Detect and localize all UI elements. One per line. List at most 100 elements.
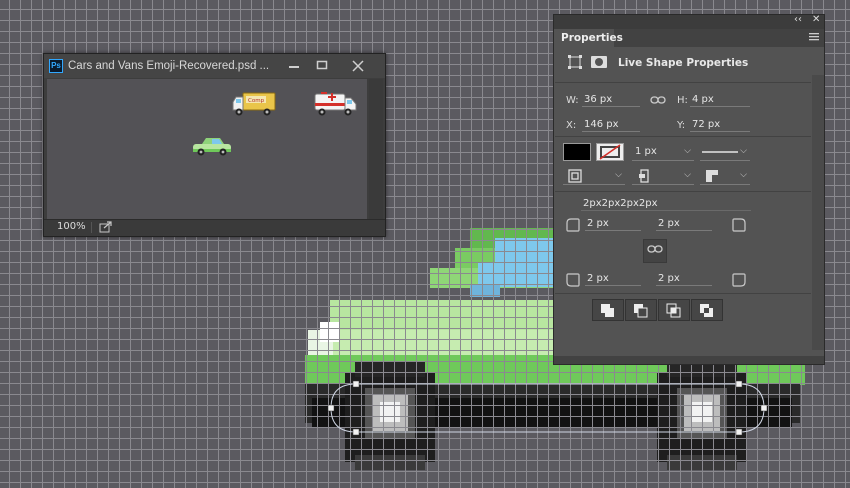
document-window[interactable]: Ps Cars and Vans Emoji-Recovered.psd ...… [43,53,386,237]
grid-line [845,225,846,488]
close-button[interactable] [344,54,372,78]
panel-menu-icon[interactable] [809,32,819,45]
x-position-field[interactable]: 146 px [582,118,640,132]
panel-tab-bar: Properties [554,29,824,47]
stroke-width-value: 1 px [635,146,657,157]
document-canvas[interactable]: Comp [47,79,367,219]
grid-line [350,225,351,488]
path-anchor-handle[interactable] [352,428,360,436]
grid-line [20,225,21,488]
path-anchor-handle[interactable] [327,404,335,412]
grid-line [300,471,810,472]
grid-line [372,225,373,488]
transform-properties-button[interactable] [565,52,585,72]
mask-properties-button[interactable] [589,52,609,72]
stroke-corners-dropdown[interactable]: ⌵ [700,167,750,185]
grid-line [218,225,219,488]
stroke-caps-dropdown[interactable]: ⌵ [632,167,694,185]
grid-line [9,225,10,488]
grid-line [251,225,252,488]
close-panel-icon[interactable]: ✕ [812,14,820,25]
green-car-icon [193,138,231,156]
chevron-down-icon: ⌵ [740,146,747,156]
delivery-truck-icon: Comp [232,92,276,116]
zoom-level[interactable]: 100% [57,221,86,232]
photoshop-app-icon: Ps [49,59,63,73]
grid-line [394,225,395,488]
line-join-icon [706,170,718,182]
width-field[interactable]: 36 px [582,93,640,107]
grid-line [306,225,307,488]
grid-line [130,225,131,488]
car-tire [355,455,425,470]
link-dimensions-icon[interactable] [650,94,666,109]
bottom-right-radius-field[interactable]: 2 px [656,272,712,286]
tab-properties[interactable]: Properties [554,29,623,47]
intersect-shape-areas-button[interactable] [658,299,690,321]
stroke-width-dropdown[interactable]: 1 px ⌵ [632,143,694,161]
grid-line [449,225,450,488]
share-icon[interactable] [99,221,113,233]
minimize-icon [289,66,299,68]
y-label: Y: [677,120,686,131]
live-shape-properties-title: Live Shape Properties [618,57,749,69]
ambulance-icon [314,92,357,116]
grid-line [152,225,153,488]
bottom-right-corner-icon [732,273,746,287]
maximize-button[interactable] [308,54,336,78]
corner-radius-summary-field[interactable]: 2px2px2px2px [581,197,751,211]
grid-line [515,225,516,488]
grid-line [163,225,164,488]
exclude-overlapping-shapes-icon [700,304,713,317]
chevron-down-icon: ⌵ [684,170,691,180]
grid-line [361,225,362,488]
top-right-radius-field[interactable]: 2 px [656,217,712,231]
height-label: H: [677,95,688,106]
top-left-radius-field[interactable]: 2 px [585,217,641,231]
grid-line [119,225,120,488]
stroke-color-swatch[interactable] [596,143,624,161]
layer-mask-icon [591,56,607,68]
subtract-front-shape-button[interactable] [625,299,657,321]
link-icon [647,245,663,253]
grid-line [240,225,241,488]
vertical-scrollbar[interactable] [369,79,383,219]
fill-color-swatch[interactable] [563,143,591,161]
grid-line [300,372,810,373]
grid-line [427,225,428,488]
close-icon [352,60,364,72]
stroke-type-dropdown[interactable]: ⌵ [700,143,750,161]
line-cap-icon [639,169,649,183]
link-corner-values-button[interactable] [643,239,667,263]
document-titlebar[interactable]: Ps Cars and Vans Emoji-Recovered.psd ... [44,54,385,78]
bottom-left-radius-field[interactable]: 2 px [585,272,641,286]
grid-line [405,225,406,488]
stroke-align-dropdown[interactable]: ⌵ [563,167,625,185]
grid-line [42,225,43,488]
path-anchor-handle[interactable] [735,428,743,436]
grid-line [86,225,87,488]
path-anchor-handle[interactable] [760,404,768,412]
collapse-panel-icon[interactable]: ‹‹ [794,14,802,25]
path-anchor-handle[interactable] [352,380,360,388]
grid-line [185,225,186,488]
grid-line [526,225,527,488]
x-label: X: [566,120,577,131]
path-anchor-handle[interactable] [735,380,743,388]
grid-line [339,225,340,488]
grid-line [416,225,417,488]
combine-shapes-button[interactable] [592,299,624,321]
grid-line [141,225,142,488]
panel-scrollbar[interactable] [812,75,824,350]
height-field[interactable]: 4 px [690,93,750,107]
grid-line [383,225,384,488]
grid-line [460,225,461,488]
grid-line [300,394,810,395]
grid-line [273,225,274,488]
combine-shapes-icon [601,304,614,317]
y-position-field[interactable]: 72 px [690,118,750,132]
exclude-overlapping-shapes-button[interactable] [691,299,723,321]
properties-panel[interactable]: ‹‹ ✕ Properties Live Shape Properties W:… [553,14,825,365]
car-window [478,262,556,287]
minimize-button[interactable] [280,54,308,78]
